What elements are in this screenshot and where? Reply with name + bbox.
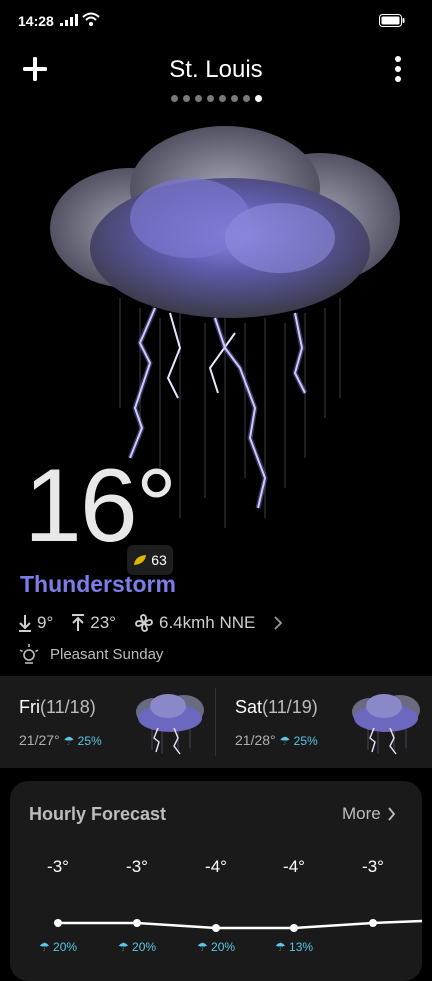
hourly-forecast-card: Hourly Forecast More -3° -3° -4° -4° -3° ☂ 2… bbox=[10, 781, 422, 981]
wifi-icon bbox=[82, 12, 100, 26]
umbrella-icon: ☂ bbox=[63, 734, 75, 748]
umbrella-icon: ☂ bbox=[279, 734, 291, 748]
daily-advice: Pleasant Sunday bbox=[18, 643, 163, 665]
daily-forecast: Fri(11/18) 21/27° ☂ 25% Sat(11/19) 21/28… bbox=[0, 676, 432, 768]
umbrella-icon: ☂ bbox=[38, 940, 54, 954]
page-indicator bbox=[0, 89, 432, 107]
precip-value: 20% bbox=[211, 940, 236, 954]
hour-precip: ☂ 20% bbox=[107, 940, 167, 954]
weather-condition: Thunderstorm bbox=[20, 571, 176, 597]
precip-value: 25% bbox=[77, 734, 102, 748]
battery-icon bbox=[379, 14, 405, 27]
hour-temp: -4° bbox=[205, 857, 227, 876]
precip-value: 20% bbox=[132, 940, 157, 954]
wind: 6.4kmh NNE bbox=[134, 613, 255, 633]
day-name: Fri bbox=[19, 697, 40, 717]
more-label: More bbox=[342, 804, 381, 823]
thunderstorm-icon bbox=[352, 694, 420, 755]
hour-precip: ☂ 20% bbox=[28, 940, 88, 954]
signal-icon bbox=[60, 14, 78, 26]
status-time: 14:28 bbox=[18, 13, 54, 29]
precip-value: 13% bbox=[289, 940, 314, 954]
temp-range: 21/28° bbox=[235, 732, 276, 748]
low-temperature: 9° bbox=[18, 613, 53, 633]
precip-chance: ☂ 25% bbox=[280, 734, 318, 748]
page-dot bbox=[182, 95, 190, 102]
current-temperature: 16° bbox=[24, 448, 177, 564]
high-temp-value: 23° bbox=[90, 613, 116, 632]
page-dot bbox=[218, 95, 226, 102]
day-date: (11/19) bbox=[262, 697, 318, 717]
temp-line bbox=[58, 919, 422, 930]
more-options-button[interactable] bbox=[390, 54, 406, 84]
hour-temp: -4° bbox=[283, 857, 305, 876]
more-button[interactable]: More bbox=[342, 804, 396, 824]
temp-point bbox=[133, 919, 141, 927]
hour-temp: -3° bbox=[47, 857, 69, 876]
umbrella-icon: ☂ bbox=[196, 940, 212, 954]
low-temp-value: 9° bbox=[37, 613, 54, 632]
temp-point bbox=[212, 924, 220, 932]
day-range: 21/28° ☂ 25% bbox=[235, 732, 318, 748]
page-dot bbox=[206, 95, 214, 102]
arrow-up-icon bbox=[72, 614, 85, 631]
hour-precip: ☂ 13% bbox=[264, 940, 324, 954]
precip-value: 25% bbox=[293, 734, 318, 748]
page-dot bbox=[230, 95, 238, 102]
advice-text: Pleasant Sunday bbox=[50, 645, 164, 663]
forecast-day-fri[interactable]: Fri(11/18) 21/27° ☂ 25% bbox=[0, 676, 216, 768]
day-range: 21/27° ☂ 25% bbox=[19, 732, 102, 748]
temp-point bbox=[54, 919, 62, 927]
forecast-day-sat[interactable]: Sat(11/19) 21/28° ☂ 25% bbox=[216, 676, 432, 768]
hourly-title: Hourly Forecast bbox=[29, 804, 167, 824]
page-dot bbox=[170, 95, 178, 102]
temp-point bbox=[290, 924, 298, 932]
day-label: Sat(11/19) bbox=[235, 697, 318, 718]
day-label: Fri(11/18) bbox=[19, 697, 96, 718]
precip-chance: ☂ 25% bbox=[64, 734, 102, 748]
weather-details[interactable]: 9° 23° 6.4kmh NNE bbox=[18, 611, 283, 635]
wind-value: 6.4kmh NNE bbox=[158, 613, 256, 632]
umbrella-icon: ☂ bbox=[117, 940, 133, 954]
umbrella-icon: ☂ bbox=[274, 940, 290, 954]
page-dot bbox=[194, 95, 202, 102]
arrow-down-icon bbox=[19, 615, 31, 632]
page-dot bbox=[254, 95, 262, 102]
hourly-temp-line bbox=[54, 919, 422, 932]
day-date: (11/18) bbox=[40, 697, 96, 717]
chevron-right-icon bbox=[388, 807, 395, 821]
chevron-right-icon bbox=[274, 616, 283, 630]
aqi-value: 63 bbox=[151, 552, 167, 568]
sun-bulb-icon bbox=[19, 644, 39, 664]
status-bar: 14:28 bbox=[0, 0, 432, 40]
hour-precip: ☂ 20% bbox=[186, 940, 246, 954]
page-dot bbox=[242, 95, 250, 102]
city-name[interactable]: St. Louis bbox=[0, 56, 432, 84]
wind-fan-icon bbox=[135, 614, 153, 632]
leaf-icon bbox=[134, 555, 147, 565]
high-temperature: 23° bbox=[71, 613, 116, 633]
hour-temp: -3° bbox=[126, 857, 148, 876]
thunderstorm-icon bbox=[136, 694, 204, 755]
temp-range: 21/27° bbox=[19, 732, 60, 748]
temp-point bbox=[369, 919, 377, 927]
day-name: Sat bbox=[235, 697, 263, 717]
precip-value: 20% bbox=[53, 940, 78, 954]
hour-temp: -3° bbox=[362, 857, 384, 876]
